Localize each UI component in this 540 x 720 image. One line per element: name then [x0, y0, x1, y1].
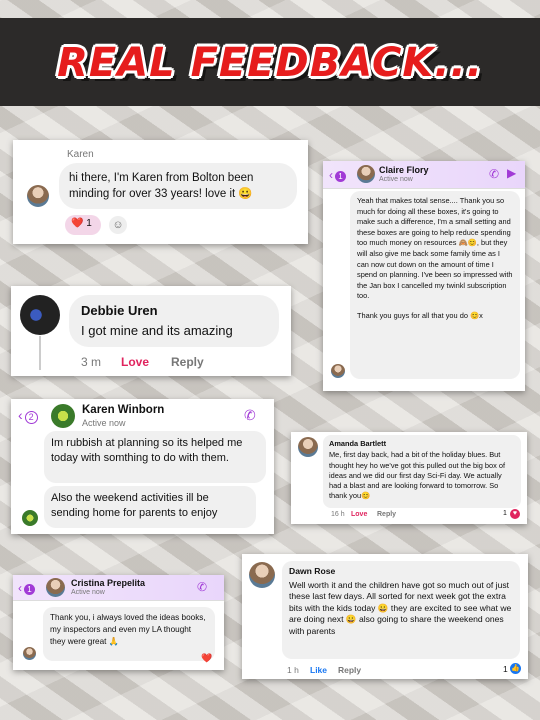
- comment-bubble: Dawn Rose Well worth it and the children…: [282, 561, 520, 659]
- comment-time: 1 h: [287, 665, 299, 675]
- commenter-name: Amanda Bartlett: [329, 439, 387, 448]
- reaction-pill[interactable]: ❤️ 1: [65, 215, 101, 235]
- active-status: Active now: [82, 418, 126, 428]
- comment-text: Well worth it and the children have got …: [289, 579, 512, 636]
- message-text-2: Thank you guys for all that you do 😊x: [357, 310, 483, 320]
- avatar[interactable]: [51, 404, 75, 428]
- love-button[interactable]: Love: [121, 355, 149, 369]
- message-text: Thank you, i always loved the ideas book…: [50, 613, 206, 646]
- message-bubble-2: Also the weekend activities ill be sendi…: [44, 486, 256, 528]
- unread-count: 1: [335, 171, 346, 182]
- avatar[interactable]: [357, 165, 375, 183]
- commenter-name: Dawn Rose: [289, 566, 336, 576]
- message-bubble: Yeah that makes total sense.... Thank yo…: [350, 191, 520, 379]
- contact-name: Karen Winborn: [82, 404, 165, 416]
- heart-icon: ❤️: [71, 218, 84, 229]
- avatar[interactable]: [27, 185, 49, 207]
- message-text: Yeah that makes total sense.... Thank yo…: [357, 196, 513, 301]
- unread-count: 1: [24, 584, 35, 595]
- back-button[interactable]: ‹ 2: [18, 407, 38, 424]
- reaction-count: 1: [86, 218, 92, 229]
- cristina-chat-card: ‹ 1 Cristina Prepelita Active now ✆ Thank…: [13, 575, 224, 670]
- phone-icon[interactable]: ✆: [244, 407, 256, 424]
- message-text: Im rubbish at planning so its helped me …: [51, 437, 243, 464]
- comment-text: Me, first day back, had a bit of the hol…: [329, 450, 506, 501]
- avatar[interactable]: [23, 647, 36, 660]
- add-reaction-icon[interactable]: ☺: [109, 216, 127, 234]
- avatar[interactable]: [298, 437, 318, 457]
- karen-winborn-chat-card: ‹ 2 Karen Winborn Active now ✆ Im rubbish…: [11, 399, 274, 534]
- commenter-name: Debbie Uren: [81, 303, 158, 318]
- karen-comment-card: Karen hi there, I'm Karen from Bolton be…: [13, 140, 308, 244]
- claire-chat-card: ‹ 1 Claire Flory Active now ✆ ▶ Yeah that…: [323, 161, 525, 391]
- chat-header: ‹ 1 Cristina Prepelita Active now ✆: [13, 575, 224, 601]
- comment-time: 3 m: [81, 355, 102, 369]
- comment-bubble: Debbie Uren I got mine and its amazing: [69, 295, 279, 347]
- reply-button[interactable]: Reply: [377, 511, 396, 518]
- active-status: Active now: [71, 589, 105, 596]
- comment-bubble: hi there, I'm Karen from Bolton been min…: [59, 163, 297, 209]
- back-button[interactable]: ‹ 1: [329, 168, 346, 182]
- thread-line: [39, 336, 41, 370]
- thumbs-up-icon[interactable]: 👍: [510, 663, 521, 674]
- contact-name: Cristina Prepelita: [71, 578, 146, 588]
- reply-button[interactable]: Reply: [338, 665, 361, 675]
- comment-text: I got mine and its amazing: [81, 323, 233, 338]
- comment-bubble: Amanda Bartlett Me, first day back, had …: [323, 435, 521, 508]
- reaction-count: 1: [503, 510, 507, 517]
- like-button[interactable]: Like: [310, 665, 327, 675]
- comment-time: 16 h: [331, 511, 345, 518]
- message-text: Also the weekend activities ill be sendi…: [51, 492, 218, 519]
- avatar[interactable]: [46, 578, 65, 597]
- heart-icon[interactable]: ❤️: [201, 653, 212, 664]
- comment-text: hi there, I'm Karen from Bolton been min…: [69, 172, 254, 200]
- debbie-comment-card: Debbie Uren I got mine and its amazing 3…: [11, 286, 291, 376]
- avatar[interactable]: [331, 364, 345, 378]
- heart-icon[interactable]: ♥: [510, 509, 520, 519]
- commenter-name: Karen: [67, 149, 94, 160]
- unread-count: 2: [24, 411, 38, 424]
- love-button[interactable]: Love: [351, 511, 367, 518]
- avatar[interactable]: [249, 562, 275, 588]
- avatar[interactable]: [22, 510, 38, 526]
- dawn-comment-card: Dawn Rose Well worth it and the children…: [242, 554, 528, 679]
- banner-title: REAL FEEDBACK...: [57, 40, 483, 86]
- message-bubble-1: Im rubbish at planning so its helped me …: [44, 431, 266, 483]
- chat-header: ‹ 1 Claire Flory Active now ✆ ▶: [323, 161, 525, 189]
- phone-icon[interactable]: ✆: [489, 167, 499, 181]
- phone-icon[interactable]: ✆: [197, 580, 207, 594]
- amanda-comment-card: Amanda Bartlett Me, first day back, had …: [291, 432, 527, 524]
- message-bubble: Thank you, i always loved the ideas book…: [43, 607, 215, 661]
- avatar[interactable]: [20, 295, 60, 335]
- active-status: Active now: [379, 176, 413, 183]
- back-button[interactable]: ‹ 1: [18, 581, 35, 595]
- reaction-count: 1: [503, 664, 508, 674]
- video-icon[interactable]: ▶: [507, 166, 516, 180]
- reply-button[interactable]: Reply: [171, 355, 204, 369]
- contact-name: Claire Flory: [379, 165, 429, 175]
